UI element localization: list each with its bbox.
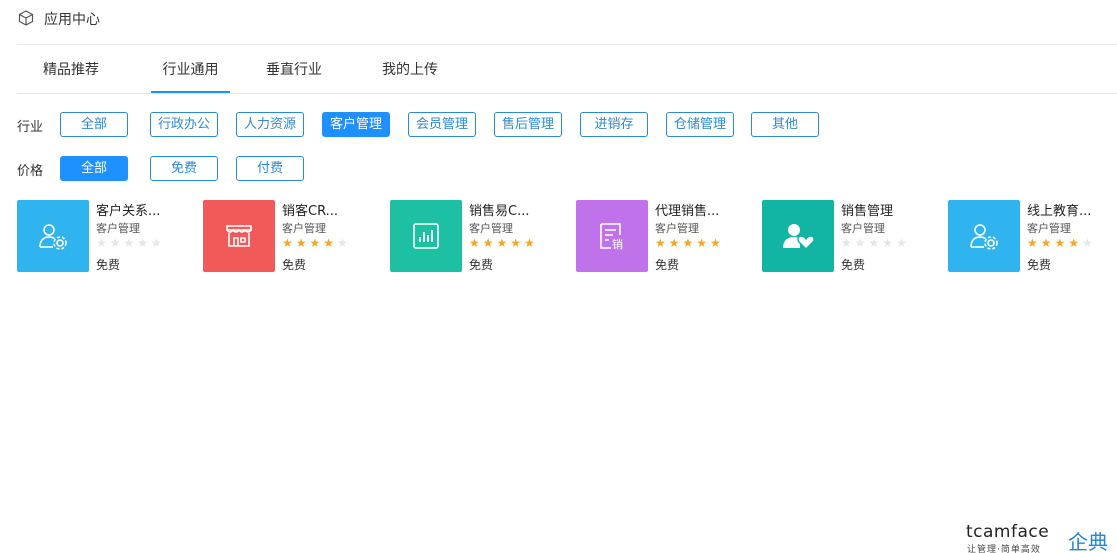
app-tile: 销 xyxy=(576,200,648,272)
user-gear-icon xyxy=(970,224,998,250)
app-rating: ★★★★★ xyxy=(841,236,910,250)
bar-chart-icon xyxy=(413,223,439,249)
app-card[interactable]: 线上教育... 客户管理 ★★★★★ 免费 xyxy=(948,200,1117,272)
app-name: 客户关系... xyxy=(96,204,161,219)
brand-wordmark: tcamface xyxy=(966,522,1050,542)
storefront-icon xyxy=(226,225,252,247)
industry-chip-warehouse[interactable]: 仓储管理 xyxy=(666,112,734,137)
app-category: 客户管理 xyxy=(469,222,513,235)
app-name: 线上教育... xyxy=(1027,204,1092,219)
page-title: 应用中心 xyxy=(44,12,100,28)
tab-general-industry[interactable]: 行业通用 xyxy=(151,45,230,93)
app-rating: ★★★★★ xyxy=(469,236,538,250)
app-tile xyxy=(948,200,1020,272)
price-chip-all[interactable]: 全部 xyxy=(60,156,128,181)
industry-chip-inventory[interactable]: 进销存 xyxy=(580,112,648,137)
app-card[interactable]: 销售易C... 客户管理 ★★★★★ 免费 xyxy=(390,200,570,272)
industry-filter-label: 行业 xyxy=(17,120,44,135)
app-card[interactable]: 客户关系... 客户管理 ★★★★★ 免费 xyxy=(17,200,197,272)
app-tile xyxy=(203,200,275,272)
app-price: 免费 xyxy=(655,258,680,272)
brand-slogan: 让管理·简单高效 xyxy=(967,545,1041,553)
app-name: 销售易C... xyxy=(469,204,530,219)
industry-filter: 行业 全部 行政办公 人力资源 客户管理 会员管理 售后管理 进销存 仓储管理 … xyxy=(17,112,1117,138)
price-filter-label: 价格 xyxy=(17,164,44,179)
tab-label: 行业通用 xyxy=(162,62,219,78)
app-rating: ★★★★★ xyxy=(655,236,724,250)
tab-vertical-industry[interactable]: 垂直行业 xyxy=(265,45,323,93)
app-card[interactable]: 销 代理销售... 客户管理 ★★★★★ 免费 xyxy=(576,200,756,272)
app-category: 客户管理 xyxy=(282,222,326,235)
industry-chip-admin[interactable]: 行政办公 xyxy=(150,112,218,137)
industry-chip-all[interactable]: 全部 xyxy=(60,112,128,137)
industry-chip-member[interactable]: 会员管理 xyxy=(408,112,476,137)
app-name: 销售管理 xyxy=(841,204,894,219)
industry-chip-customer[interactable]: 客户管理 xyxy=(322,112,390,137)
app-category: 客户管理 xyxy=(841,222,885,235)
app-rating: ★★★★★ xyxy=(1027,236,1096,250)
tab-featured[interactable]: 精品推荐 xyxy=(42,45,100,93)
app-list: 客户关系... 客户管理 ★★★★★ 免费 销客CR... 客户管理 ★★★★★… xyxy=(17,200,1117,272)
app-price: 免费 xyxy=(469,258,494,272)
app-price: 免费 xyxy=(282,258,307,272)
app-rating: ★★★★★ xyxy=(96,236,165,250)
tabs-divider xyxy=(17,93,1117,94)
industry-chip-hr[interactable]: 人力资源 xyxy=(236,112,304,137)
cube-icon xyxy=(18,10,34,26)
app-tile xyxy=(762,200,834,272)
tab-my-uploads[interactable]: 我的上传 xyxy=(381,45,439,93)
app-price: 免费 xyxy=(1027,258,1052,272)
industry-chip-aftersales[interactable]: 售后管理 xyxy=(494,112,562,137)
user-heart-icon xyxy=(783,224,814,251)
app-card[interactable]: 销客CR... 客户管理 ★★★★★ 免费 xyxy=(203,200,383,272)
app-price: 免费 xyxy=(841,258,866,272)
page-header: 应用中心 xyxy=(0,0,1117,44)
price-chip-paid[interactable]: 付费 xyxy=(236,156,304,181)
brand-logo: tcamface 让管理·简单高效 企典 xyxy=(966,522,1116,553)
sales-document-icon: 销 xyxy=(600,223,623,251)
tab-label: 精品推荐 xyxy=(43,62,99,78)
app-card[interactable]: 销售管理 客户管理 ★★★★★ 免费 xyxy=(762,200,942,272)
app-category: 客户管理 xyxy=(96,222,140,235)
user-gear-icon xyxy=(39,224,67,250)
svg-text:销: 销 xyxy=(612,237,623,251)
industry-chip-other[interactable]: 其他 xyxy=(751,112,819,137)
tab-label: 垂直行业 xyxy=(266,62,322,78)
app-rating: ★★★★★ xyxy=(282,236,351,250)
brand-chinese-name: 企典 xyxy=(1068,530,1108,553)
category-tabs: 精品推荐 行业通用 垂直行业 我的上传 xyxy=(17,45,1117,93)
app-category: 客户管理 xyxy=(1027,222,1071,235)
app-tile xyxy=(17,200,89,272)
app-tile xyxy=(390,200,462,272)
app-category: 客户管理 xyxy=(655,222,699,235)
price-chip-free[interactable]: 免费 xyxy=(150,156,218,181)
tab-label: 我的上传 xyxy=(382,62,438,78)
price-filter: 价格 全部 免费 付费 xyxy=(17,156,1117,182)
app-price: 免费 xyxy=(96,258,121,272)
app-name: 代理销售... xyxy=(655,204,720,219)
app-name: 销客CR... xyxy=(282,204,339,219)
